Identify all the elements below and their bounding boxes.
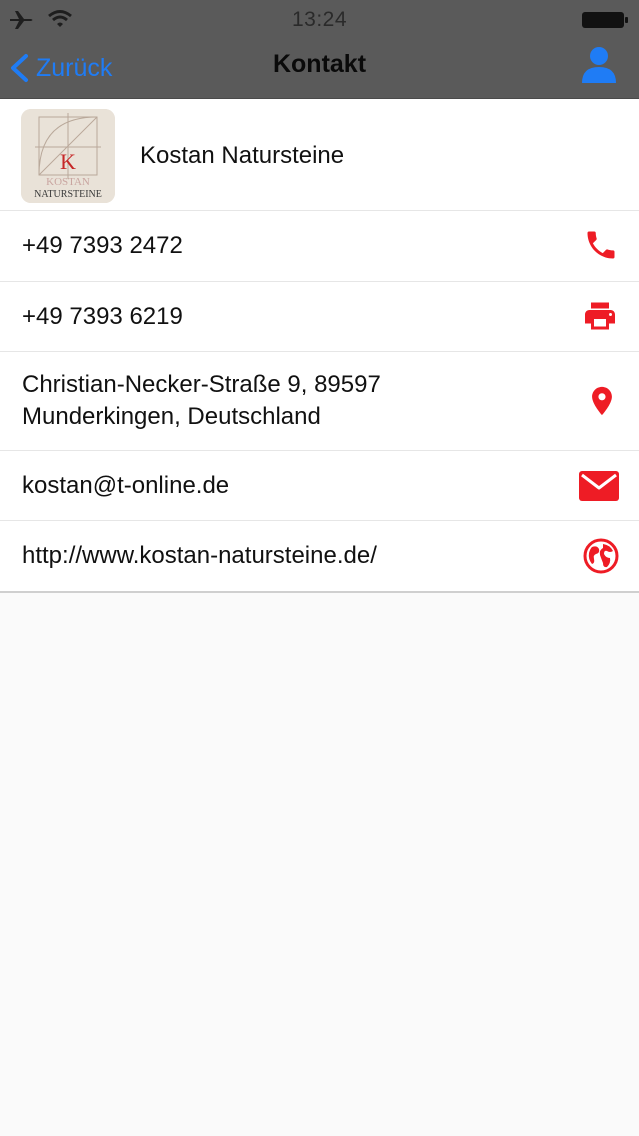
website-row[interactable]: http://www.kostan-natursteine.de/ [0, 520, 639, 591]
phone-row[interactable]: +49 7393 2472 [0, 210, 639, 281]
status-bar: 13:24 [0, 0, 639, 40]
status-time: 13:24 [291, 8, 348, 31]
top-bar: 13:24 Zurück Kontakt [0, 0, 639, 99]
email-address: kostan@t-online.de [22, 471, 230, 499]
page-title: Kontakt [272, 50, 367, 78]
company-header: K KOSTAN NATURSTEINE Kostan Natursteine [0, 99, 639, 210]
website-url: http://www.kostan-natursteine.de/ [22, 542, 377, 569]
mail-icon[interactable] [579, 469, 619, 503]
fax-row[interactable]: +49 7393 6219 [0, 281, 639, 351]
phone-icon[interactable] [583, 227, 619, 263]
company-name: Kostan Natursteine [140, 142, 345, 169]
person-icon[interactable] [579, 45, 619, 85]
contact-card: K KOSTAN NATURSTEINE Kostan Natursteine … [0, 99, 639, 593]
phone-number: +49 7393 2472 [22, 232, 183, 259]
location-pin-icon[interactable] [585, 382, 619, 420]
address-row[interactable]: Christian-Necker-Straße 9, 89597 Munderk… [0, 351, 639, 450]
globe-icon[interactable] [583, 538, 619, 574]
address: Christian-Necker-Straße 9, 89597 Munderk… [0, 369, 639, 433]
address-line-2: Munderkingen, Deutschland [22, 403, 321, 430]
fax-number: +49 7393 6219 [22, 302, 183, 330]
svg-text:KOSTAN: KOSTAN [46, 176, 90, 188]
printer-icon[interactable] [581, 298, 619, 334]
navigation-bar: Zurück Kontakt [0, 40, 639, 98]
email-row[interactable]: kostan@t-online.de [0, 450, 639, 520]
svg-text:K: K [60, 149, 76, 174]
address-line-1: Christian-Necker-Straße 9, 89597 [22, 371, 381, 398]
company-logo: K KOSTAN NATURSTEINE [21, 109, 115, 203]
svg-text:NATURSTEINE: NATURSTEINE [34, 189, 102, 200]
battery-icon [582, 12, 628, 28]
